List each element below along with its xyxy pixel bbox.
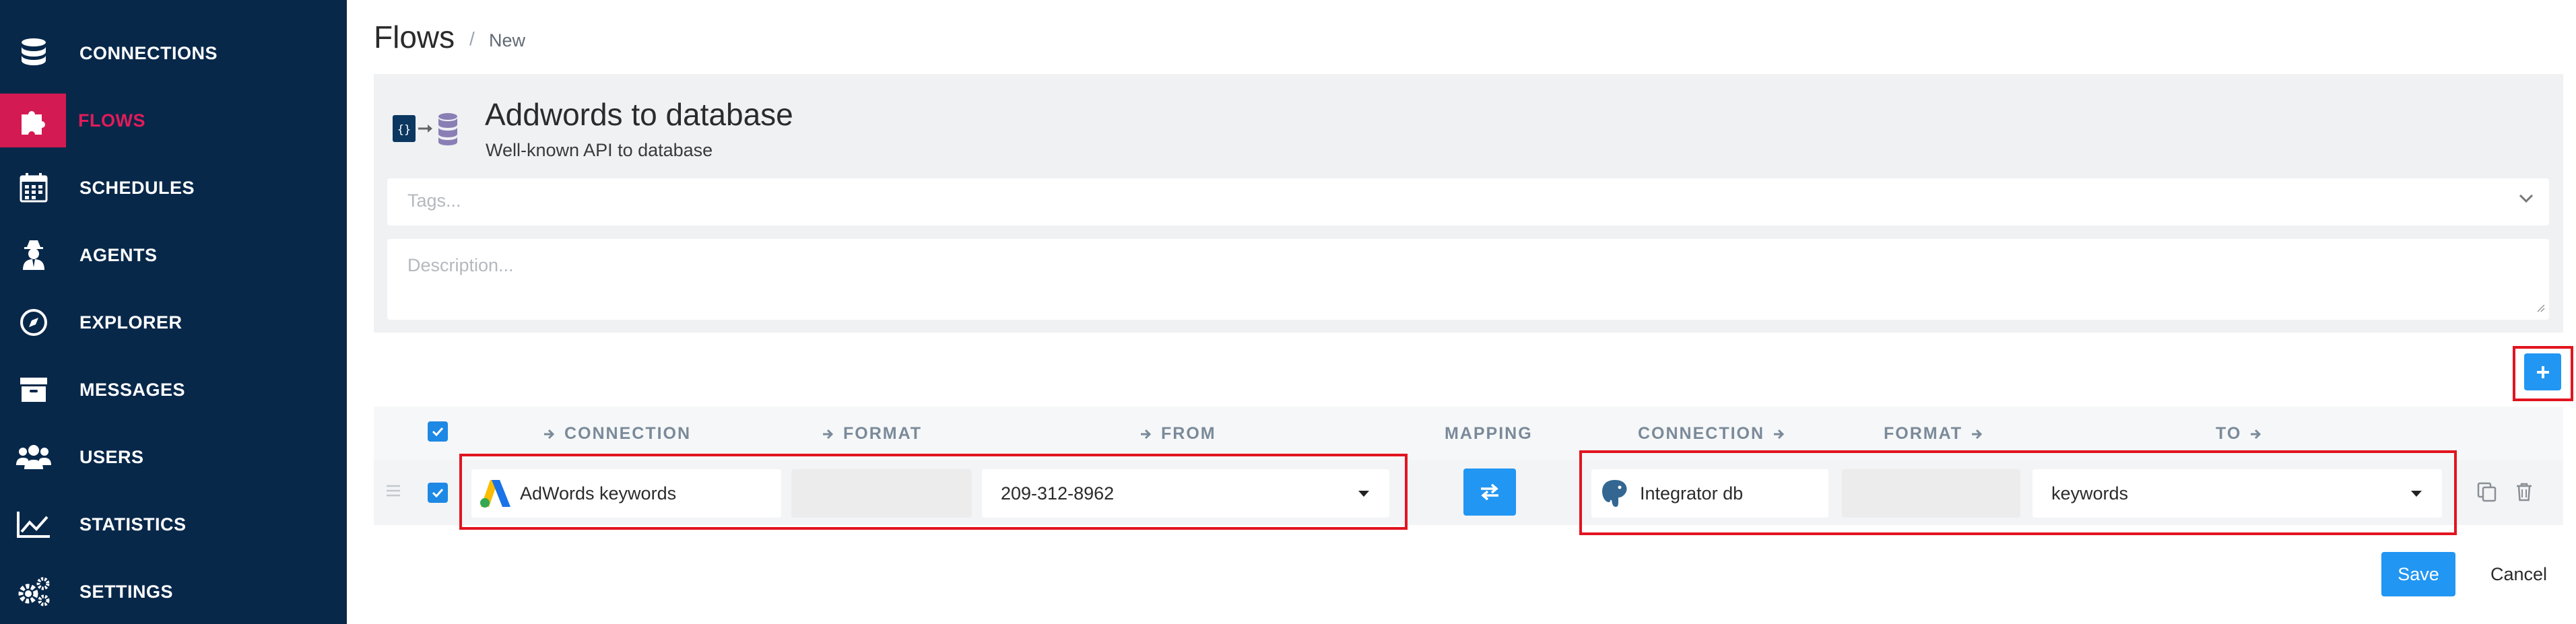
agent-icon: [0, 226, 67, 285]
caret-down-icon: [2411, 491, 2422, 497]
drag-handle-icon[interactable]: [385, 483, 401, 501]
inbox-icon: [0, 360, 67, 419]
sidebar-item-schedules[interactable]: SCHEDULES: [0, 158, 347, 217]
flow-type-icon: {}: [393, 111, 460, 146]
from-value: 209-312-8962: [1001, 483, 1115, 504]
chevron-down-icon[interactable]: [2518, 193, 2534, 207]
breadcrumb-separator: /: [469, 28, 475, 49]
users-icon: [0, 427, 67, 487]
compass-icon: [0, 293, 67, 352]
tags-placeholder: Tags...: [407, 190, 461, 211]
sidebar-item-messages[interactable]: MESSAGES: [0, 360, 347, 419]
caret-down-icon: [1358, 491, 1369, 497]
copy-icon[interactable]: [2477, 482, 2497, 506]
svg-text:{}: {}: [397, 123, 411, 137]
sidebar: CONNECTIONS FLOWS SCHEDULES AGENTS EXPLO…: [0, 0, 347, 624]
database-icon: [0, 24, 67, 83]
sidebar-item-label: EXPLORER: [79, 312, 183, 333]
to-value: keywords: [2051, 483, 2129, 504]
column-header-to: TO: [2216, 424, 2263, 444]
check-icon: [432, 427, 444, 436]
flow-subtitle[interactable]: Well-known API to database: [486, 140, 713, 161]
sidebar-item-agents[interactable]: AGENTS: [0, 226, 347, 285]
from-select[interactable]: 209-312-8962: [982, 469, 1389, 518]
sidebar-item-label: MESSAGES: [79, 379, 186, 400]
check-icon: [432, 488, 444, 497]
calendar-icon: [0, 158, 67, 217]
sidebar-item-label: FLOWS: [78, 110, 145, 131]
destination-connection-select[interactable]: Integrator db: [1591, 469, 1828, 518]
save-button[interactable]: Save: [2381, 552, 2455, 596]
arrow-right-icon: [2251, 429, 2261, 439]
column-header-source-connection: CONNECTION: [543, 424, 691, 444]
breadcrumb: New: [489, 30, 526, 50]
sidebar-item-label: STATISTICS: [79, 514, 187, 534]
source-connection-value: AdWords keywords: [520, 483, 677, 504]
arrow-right-icon: [1972, 429, 1983, 439]
mapping-button[interactable]: [1463, 469, 1516, 516]
column-header-source-format: FORMAT: [822, 424, 922, 444]
to-select[interactable]: keywords: [2033, 469, 2442, 518]
sidebar-item-label: CONNECTIONS: [79, 42, 218, 63]
column-header-from: FROM: [1140, 424, 1216, 444]
sidebar-item-label: USERS: [79, 446, 144, 467]
sidebar-item-connections[interactable]: CONNECTIONS: [0, 24, 347, 83]
destination-connection-value: Integrator db: [1640, 483, 1744, 504]
arrow-right-icon: [1774, 429, 1785, 439]
add-row-button[interactable]: [2524, 353, 2561, 390]
select-all-checkbox[interactable]: [428, 421, 448, 442]
sidebar-item-flows[interactable]: FLOWS: [0, 91, 347, 150]
sidebar-item-label: SCHEDULES: [79, 177, 195, 198]
postgresql-logo-icon: [1598, 477, 1632, 510]
row-checkbox[interactable]: [428, 483, 448, 503]
trash-icon[interactable]: [2515, 482, 2533, 506]
description-textarea[interactable]: Description...: [387, 239, 2549, 320]
sidebar-item-users[interactable]: USERS: [0, 427, 347, 487]
resize-grip-icon[interactable]: [2534, 302, 2545, 316]
sidebar-item-statistics[interactable]: STATISTICS: [0, 495, 347, 554]
column-header-dest-format: FORMAT: [1884, 424, 1984, 444]
description-placeholder: Description...: [407, 255, 514, 275]
puzzle-icon: [0, 94, 66, 147]
arrow-right-icon: [1141, 429, 1152, 439]
page-title: Flows: [374, 20, 455, 55]
sidebar-item-explorer[interactable]: EXPLORER: [0, 293, 347, 352]
gears-icon: [0, 562, 67, 621]
sidebar-item-settings[interactable]: SETTINGS: [0, 562, 347, 621]
column-header-mapping: MAPPING: [1445, 424, 1533, 443]
chart-line-icon: [0, 495, 67, 554]
source-format-select[interactable]: [791, 469, 972, 518]
sidebar-item-label: AGENTS: [79, 244, 158, 265]
flow-title[interactable]: Addwords to database: [485, 96, 793, 133]
exchange-icon: [1481, 483, 1498, 501]
cancel-button[interactable]: Cancel: [2478, 552, 2559, 596]
adwords-logo-icon: [478, 478, 512, 509]
arrow-right-icon: [544, 429, 555, 439]
arrow-right-icon: [823, 429, 834, 439]
destination-format-select[interactable]: [1842, 469, 2020, 518]
tags-input[interactable]: Tags...: [387, 178, 2549, 226]
column-header-dest-connection: CONNECTION: [1638, 424, 1786, 444]
sidebar-item-label: SETTINGS: [79, 581, 174, 602]
plus-icon: [2536, 366, 2549, 378]
source-connection-select[interactable]: AdWords keywords: [471, 469, 781, 518]
